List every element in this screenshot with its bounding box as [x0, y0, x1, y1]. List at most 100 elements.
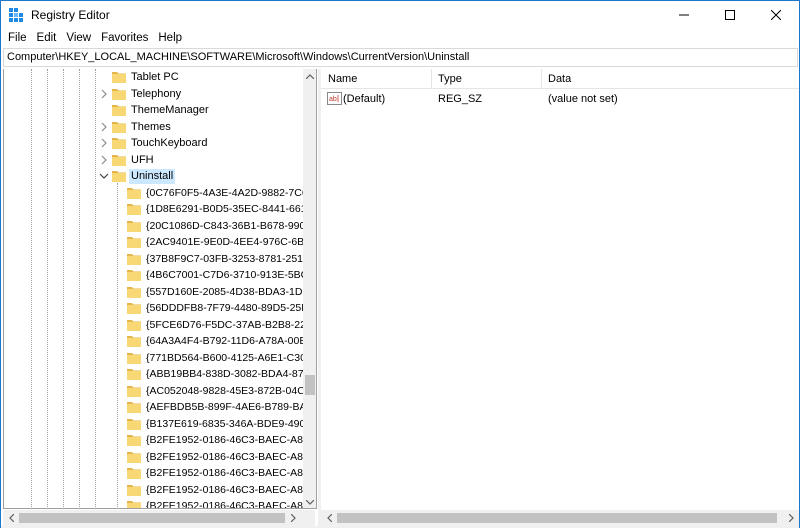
menu-view[interactable]: View [61, 29, 96, 47]
folder-icon [127, 352, 141, 364]
tree-vertical-scrollbar[interactable] [303, 69, 316, 508]
tree-node-label: {2AC9401E-9E0D-4EE4-976C-6BF( [146, 236, 303, 248]
value-row[interactable]: ab (Default) REG_SZ (value not set) [321, 91, 799, 108]
column-header-data[interactable]: Data [541, 69, 799, 89]
folder-icon [127, 286, 141, 298]
tree-node[interactable]: {B2FE1952-0186-46C3-BAEC-A80. [4, 498, 303, 508]
menu-edit[interactable]: Edit [32, 29, 62, 47]
menu-file[interactable]: File [3, 29, 32, 47]
window-title: Registry Editor [31, 8, 110, 22]
tree-node[interactable]: {771BD564-B600-4125-A6E1-C307 [4, 350, 303, 367]
tree-node[interactable]: {2AC9401E-9E0D-4EE4-976C-6BF( [4, 234, 303, 251]
maximize-button[interactable] [707, 1, 753, 29]
scroll-thumb[interactable] [19, 513, 285, 523]
string-value-icon: ab [327, 92, 342, 105]
address-bar[interactable]: Computer\HKEY_LOCAL_MACHINE\SOFTWARE\Mic… [3, 48, 798, 67]
tree-node-label: Telephony [131, 87, 182, 100]
tree-node-label: {56DDDFB8-7F79-4480-89D5-25E [146, 302, 303, 314]
scroll-left-arrow[interactable] [321, 510, 337, 526]
chevron-right-icon[interactable] [99, 122, 109, 132]
tree-node-label: Tablet PC [131, 71, 179, 83]
tree-node[interactable]: {37B8F9C7-03FB-3253-8781-2517 [4, 251, 303, 268]
scroll-up-arrow[interactable] [303, 69, 316, 83]
tree-node[interactable]: ThemeManager [4, 102, 303, 119]
tree-node[interactable]: {AC052048-9828-45E3-872B-04CE [4, 383, 303, 400]
chevron-right-icon [788, 514, 794, 522]
tree-node[interactable]: {AEFBDB5B-899F-4AE6-B789-BA5 [4, 399, 303, 416]
folder-icon [127, 220, 141, 232]
tree-node[interactable]: {B2FE1952-0186-46C3-BAEC-A80. [4, 482, 303, 499]
registry-editor-window: Registry Editor File Edit View Favorites… [0, 0, 800, 528]
scroll-left-arrow[interactable] [3, 510, 19, 526]
column-header-name[interactable]: Name [321, 69, 431, 89]
menu-favorites[interactable]: Favorites [96, 29, 153, 47]
tree-node[interactable]: {B137E619-6835-346A-BDE9-4908 [4, 416, 303, 433]
minimize-icon [679, 14, 689, 16]
tree-node-label: {B2FE1952-0186-46C3-BAEC-A80. [146, 483, 303, 496]
folder-icon [127, 336, 141, 347]
folder-icon [112, 105, 126, 116]
tree-node[interactable]: {557D160E-2085-4D38-BDA3-1D5 [4, 284, 303, 301]
list-horizontal-scrollbar[interactable] [321, 510, 799, 526]
scroll-thumb[interactable] [337, 513, 777, 523]
minimize-button[interactable] [661, 1, 707, 29]
folder-icon [112, 72, 126, 83]
chevron-up-icon [306, 73, 314, 79]
tree-node[interactable]: {20C1086D-C843-36B1-B678-990C [4, 218, 303, 235]
folder-icon [127, 418, 141, 430]
tree-node[interactable]: {4B6C7001-C7D6-3710-913E-5BC. [4, 267, 303, 284]
tree-node[interactable]: {1D8E6291-B0D5-35EC-8441-6616 [4, 201, 303, 218]
tree-node[interactable]: {B2FE1952-0186-46C3-BAEC-A80. [4, 465, 303, 482]
tree-node-label: Themes [131, 120, 171, 133]
tree-node-label: {771BD564-B600-4125-A6E1-C307 [146, 351, 303, 364]
tree-node[interactable]: {B2FE1952-0186-46C3-BAEC-A80. [4, 449, 303, 466]
chevron-down-icon[interactable] [99, 171, 109, 181]
folder-icon [127, 237, 141, 248]
folder-icon [127, 435, 141, 446]
tree-node-label: {37B8F9C7-03FB-3253-8781-2517 [146, 252, 303, 265]
menu-help[interactable]: Help [153, 29, 187, 47]
chevron-right-icon[interactable] [99, 138, 109, 148]
tree-node[interactable]: {64A3A4F4-B792-11D6-A78A-00B [4, 333, 303, 350]
svg-text:ab: ab [329, 96, 337, 103]
scroll-right-arrow[interactable] [285, 510, 301, 526]
scroll-down-arrow[interactable] [303, 495, 316, 508]
folder-icon [127, 451, 141, 463]
chevron-right-icon[interactable] [99, 155, 109, 165]
tree-node[interactable]: {B2FE1952-0186-46C3-BAEC-A80. [4, 432, 303, 449]
tree-node[interactable]: {0C76F0F5-4A3E-4A2D-9882-7C6 [4, 185, 303, 202]
folder-icon [112, 138, 126, 149]
tree-node-label: ThemeManager [131, 104, 209, 116]
tree-node[interactable]: {56DDDFB8-7F79-4480-89D5-25E [4, 300, 303, 317]
chevron-right-icon [290, 514, 296, 522]
scroll-right-arrow[interactable] [783, 510, 799, 526]
tree-node[interactable]: UFH [4, 152, 303, 169]
tree-node[interactable]: {5FCE6D76-F5DC-37AB-B2B8-22A [4, 317, 303, 334]
tree-node-label: {B2FE1952-0186-46C3-BAEC-A80. [146, 450, 303, 463]
tree-node-label: {0C76F0F5-4A3E-4A2D-9882-7C6 [146, 186, 303, 199]
value-name: (Default) [343, 93, 386, 105]
chevron-left-icon [8, 514, 14, 522]
scroll-thumb[interactable] [305, 375, 315, 395]
tree-node-label: TouchKeyboard [131, 137, 208, 149]
folder-icon [127, 253, 141, 265]
title-bar[interactable]: Registry Editor [1, 1, 799, 29]
folder-icon [127, 204, 141, 215]
column-header-type[interactable]: Type [431, 69, 541, 89]
tree-node[interactable]: Telephony [4, 86, 303, 103]
close-button[interactable] [753, 1, 799, 29]
menu-bar: File Edit View Favorites Help [1, 29, 799, 47]
tree-node[interactable]: {ABB19BB4-838D-3082-BDA4-87C [4, 366, 303, 383]
folder-icon [127, 501, 141, 508]
tree-node[interactable]: Tablet PC [4, 69, 303, 86]
list-header: Name Type Data [321, 69, 799, 89]
chevron-right-icon[interactable] [99, 89, 109, 99]
tree-node[interactable]: Uninstall [4, 168, 303, 185]
tree-node[interactable]: TouchKeyboard [4, 135, 303, 152]
key-tree: Tablet PC Telephony ThemeManager Themes Touc… [4, 69, 303, 508]
folder-icon [127, 303, 141, 314]
folder-icon [112, 171, 126, 182]
tree-node[interactable]: Themes [4, 119, 303, 136]
close-icon [771, 10, 781, 20]
tree-horizontal-scrollbar[interactable] [3, 510, 315, 526]
